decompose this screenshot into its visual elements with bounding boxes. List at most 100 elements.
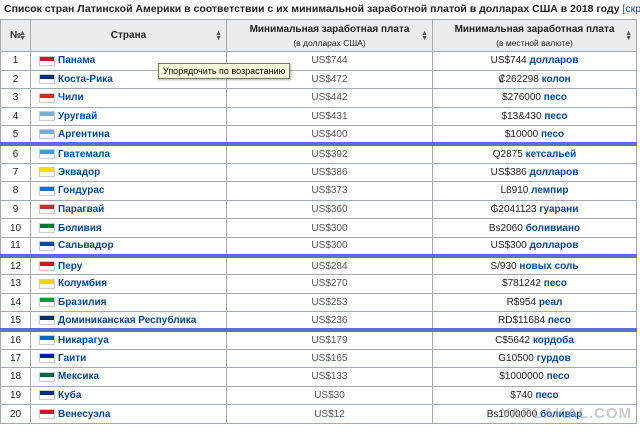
flag-icon <box>39 315 55 326</box>
currency-link[interactable]: кордоба <box>533 335 574 346</box>
sort-arrows-icon[interactable]: ▲ ▼ <box>19 30 26 42</box>
sort-arrows-icon[interactable]: ▲ ▼ <box>421 30 428 42</box>
country-link[interactable]: Боливия <box>58 223 102 234</box>
country-link[interactable]: Чили <box>58 92 84 103</box>
country-link[interactable]: Мексика <box>58 371 99 382</box>
row-number: 1 <box>0 51 31 71</box>
table-row: 14 Бразилия US$253 R$954 реал <box>0 292 637 313</box>
row-number: 5 <box>0 125 31 145</box>
table-row: 3 Чили US$442 $276000 песо <box>0 88 637 108</box>
country-link[interactable]: Сальвадор <box>58 240 114 251</box>
table-row: 16 Никарагуа US$179 C$5642 кордоба <box>0 328 637 350</box>
usd-wage: US$284 <box>226 254 433 276</box>
usd-wage: US$179 <box>226 328 433 350</box>
currency-link[interactable]: реал <box>539 297 563 308</box>
country-link[interactable]: Уругвай <box>58 111 97 122</box>
usd-wage: US$12 <box>226 404 433 424</box>
flag-icon <box>39 149 55 160</box>
currency-link[interactable]: новых соль <box>519 261 578 272</box>
header-num[interactable]: № ▲ ▼ <box>0 19 31 52</box>
flag-icon <box>39 371 55 382</box>
local-wage: $1000000 песо <box>432 367 637 387</box>
currency-link[interactable]: песо <box>535 390 558 401</box>
country-cell: Чили <box>30 88 227 108</box>
currency-link[interactable]: колон <box>542 74 571 85</box>
local-amount: $13&430 <box>501 111 542 123</box>
usd-wage: US$236 <box>226 311 433 331</box>
country-link[interactable]: Бразилия <box>58 297 106 308</box>
table-row: 13 Колумбия US$270 $781242 песо <box>0 274 637 294</box>
local-amount: S/930 <box>490 260 517 272</box>
row-number: 8 <box>0 181 31 201</box>
usd-wage: US$431 <box>226 106 433 127</box>
currency-link[interactable]: боливиано <box>526 223 581 234</box>
country-cell: Гаити <box>30 348 227 369</box>
currency-link[interactable]: долларов <box>530 240 579 251</box>
currency-link[interactable]: песо <box>547 371 570 382</box>
country-link[interactable]: Аргентина <box>58 129 110 140</box>
flag-icon <box>39 240 55 251</box>
country-link[interactable]: Доминиканская Республика <box>58 315 196 326</box>
usd-wage: US$30 <box>226 385 433 406</box>
local-wage: ₡262298 колон <box>432 69 637 90</box>
local-amount: $10000 <box>504 128 539 140</box>
country-link[interactable]: Гаити <box>58 353 86 364</box>
country-link[interactable]: Гондурас <box>58 185 104 196</box>
flag-icon <box>39 335 55 346</box>
country-cell: Уругвай <box>30 106 227 127</box>
local-amount: L8910 <box>500 185 529 197</box>
country-link[interactable]: Гватемала <box>58 149 110 160</box>
local-wage: S/930 новых соль <box>432 254 637 276</box>
local-amount: RD$11684 <box>498 314 546 326</box>
flag-icon <box>39 390 55 401</box>
country-link[interactable]: Панама <box>58 55 95 66</box>
sort-arrows-icon[interactable]: ▲ ▼ <box>215 30 222 42</box>
row-number: 13 <box>0 274 31 294</box>
header-usd[interactable]: Минимальная заработная плата (в долларах … <box>226 19 433 52</box>
country-link[interactable]: Парагвай <box>58 204 104 215</box>
country-link[interactable]: Колумбия <box>58 278 107 289</box>
usd-wage: US$392 <box>226 142 433 164</box>
table-row: 11 Сальвадор US$300 US$300 долларов <box>0 236 637 257</box>
table-row: 4 Уругвай US$431 $13&430 песо <box>0 106 637 127</box>
table-row: 6 Гватемала US$392 Q2875 кетсальей <box>0 142 637 164</box>
row-number: 14 <box>0 292 31 313</box>
country-cell: Аргентина <box>30 125 227 145</box>
currency-link[interactable]: песо <box>541 129 564 140</box>
header-country[interactable]: Страна ▲ ▼ <box>30 19 227 52</box>
currency-link[interactable]: песо <box>544 92 567 103</box>
sort-arrows-icon[interactable]: ▲ ▼ <box>625 30 632 42</box>
currency-link[interactable]: песо <box>548 315 571 326</box>
country-link[interactable]: Перу <box>58 261 82 272</box>
country-link[interactable]: Никарагуа <box>58 335 109 346</box>
currency-link[interactable]: долларов <box>530 167 579 178</box>
row-number: 18 <box>0 367 31 387</box>
usd-wage: US$360 <box>226 199 433 220</box>
hide-link[interactable]: [скрыть] <box>623 3 640 15</box>
currency-link[interactable]: песо <box>544 111 567 122</box>
flag-icon <box>39 223 55 233</box>
currency-link[interactable]: гуарани <box>539 204 578 215</box>
local-wage: US$386 долларов <box>432 162 637 183</box>
usd-wage: US$373 <box>226 181 433 201</box>
flag-icon <box>39 55 55 66</box>
country-link[interactable]: Эквадор <box>58 167 100 178</box>
flag-icon <box>39 111 55 122</box>
currency-link[interactable]: лемпир <box>531 185 568 196</box>
currency-link[interactable]: кетсальей <box>526 149 577 160</box>
local-wage: G10500 гурдов <box>432 348 637 369</box>
currency-link[interactable]: песо <box>544 278 567 289</box>
country-link[interactable]: Коста-Рика <box>58 74 113 85</box>
table-row: 5 Аргентина US$400 $10000 песо <box>0 125 637 145</box>
table-row: 15 Доминиканская Республика US$236 RD$11684… <box>0 311 637 331</box>
local-amount: $740 <box>510 389 533 401</box>
currency-link[interactable]: гурдов <box>537 353 571 364</box>
currency-link[interactable]: долларов <box>530 55 579 66</box>
country-link[interactable]: Куба <box>58 390 81 401</box>
usd-wage: US$386 <box>226 162 433 183</box>
country-link[interactable]: Венесуэла <box>58 409 110 420</box>
country-cell: Бразилия <box>30 292 227 313</box>
country-cell: Сальвадор <box>30 236 227 257</box>
usd-wage: US$300 <box>226 218 433 238</box>
header-local[interactable]: Минимальная заработная плата (в местной в… <box>432 19 637 52</box>
